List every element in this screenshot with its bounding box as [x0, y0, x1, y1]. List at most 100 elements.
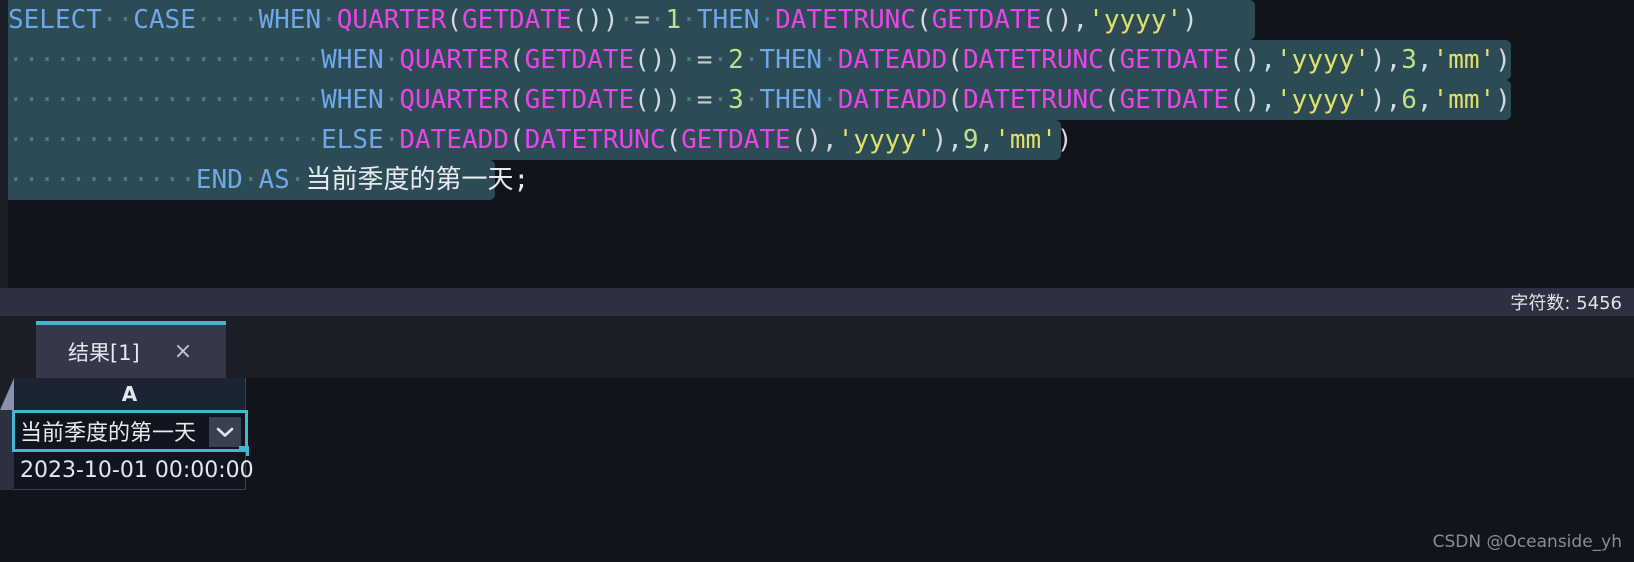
code-token: AS: [258, 165, 290, 195]
code-token: 'yyyy': [1088, 5, 1183, 35]
code-token: WHEN: [321, 85, 384, 115]
code-token: QUARTER: [399, 45, 509, 75]
code-token: (: [508, 85, 525, 115]
code-token: 'mm': [1432, 85, 1496, 115]
code-token: (): [790, 125, 823, 155]
code-token: ): [1495, 45, 1511, 75]
code-token: DATEADD: [837, 85, 948, 115]
code-token: ): [1056, 125, 1073, 155]
code-token: THEN: [759, 85, 823, 115]
code-token: ····················: [8, 125, 322, 155]
code-token: (: [1103, 45, 1120, 75]
code-token: ELSE: [321, 125, 384, 155]
grid-cell-editor-text: 当前季度的第一天: [20, 421, 197, 446]
code-token: ·: [743, 85, 760, 115]
code-token: 'yyyy': [1276, 85, 1370, 115]
code-token: ·: [383, 125, 400, 155]
code-line-3[interactable]: ····················WHEN·QUARTER(GETDATE…: [8, 80, 1511, 120]
code-token: ·: [743, 45, 760, 75]
code-line-5[interactable]: ············END·AS·当前季度的第一天;: [8, 160, 529, 200]
code-token: GETDATE: [1119, 45, 1230, 75]
code-token: CASE: [133, 5, 196, 35]
code-token: ): [665, 85, 682, 115]
code-token: (: [947, 85, 963, 115]
code-token: (): [1229, 85, 1261, 115]
code-token: ····················: [8, 85, 322, 115]
code-token: ·: [759, 5, 776, 35]
code-token: ,: [822, 125, 838, 155]
sql-code-editor[interactable]: SELECT··CASE····WHEN·QUARTER(GETDATE())·…: [0, 0, 1634, 288]
code-token: (: [508, 45, 525, 75]
code-token: ·: [681, 45, 697, 75]
code-token: WHEN: [258, 5, 322, 35]
code-token: DATEADD: [837, 45, 948, 75]
code-token: QUARTER: [399, 85, 509, 115]
code-token: (): [634, 45, 666, 75]
editor-status-bar: 字符数: 5456: [0, 288, 1634, 316]
tab-result-1[interactable]: 结果[1] ×: [36, 321, 226, 378]
code-token: (): [571, 5, 603, 35]
code-token: ·: [822, 85, 838, 115]
editor-left-gutter: [0, 0, 8, 288]
code-token: (: [665, 125, 682, 155]
code-token: 'mm': [1432, 45, 1496, 75]
code-token: END: [195, 165, 243, 195]
code-token: ··: [101, 5, 134, 35]
grid-select-all-corner[interactable]: [0, 378, 14, 410]
character-count-label: 字符数: 5456: [1510, 293, 1622, 314]
code-token: WHEN: [321, 45, 384, 75]
close-icon[interactable]: ×: [174, 340, 192, 363]
grid-cell-row1-col-a[interactable]: 2023-10-01 00:00:00: [14, 452, 254, 490]
code-token: DATETRUNC: [962, 85, 1104, 115]
corner-triangle-icon: [0, 378, 14, 410]
code-token: 3: [728, 85, 744, 115]
code-token: ·: [383, 85, 400, 115]
code-token: 2: [728, 45, 744, 75]
chevron-down-icon[interactable]: [209, 417, 241, 447]
code-token: THEN: [759, 45, 823, 75]
code-token: ····················: [8, 45, 322, 75]
row-header-2[interactable]: [0, 452, 14, 490]
code-token: =: [634, 5, 650, 35]
code-token: 6: [1401, 85, 1417, 115]
code-token: ·: [649, 5, 666, 35]
code-token: DATETRUNC: [524, 125, 666, 155]
code-token: GETDATE: [681, 125, 791, 155]
code-token: GETDATE: [1119, 85, 1230, 115]
code-token: ): [1495, 85, 1511, 115]
grid-cell-row1-col-a-text: 2023-10-01 00:00:00: [20, 458, 254, 483]
code-token: GETDATE: [462, 5, 572, 35]
code-token: ,: [1385, 45, 1402, 75]
code-token: 1: [665, 5, 682, 35]
code-token: (): [634, 85, 666, 115]
code-line-2[interactable]: ····················WHEN·QUARTER(GETDATE…: [8, 40, 1511, 80]
code-token: DATETRUNC: [962, 45, 1104, 75]
code-token: ············: [8, 165, 196, 195]
code-token: 'yyyy': [837, 125, 932, 155]
code-token: 当前季度的第一天;: [305, 165, 530, 195]
code-token: ): [1369, 85, 1386, 115]
code-token: 'mm': [994, 125, 1057, 155]
code-token: ·: [242, 165, 259, 195]
code-line-1[interactable]: SELECT··CASE····WHEN·QUARTER(GETDATE())·…: [8, 0, 1255, 40]
code-line-4[interactable]: ····················ELSE·DATEADD(DATETRU…: [8, 120, 1073, 160]
code-token: ·: [681, 5, 697, 35]
code-token: GETDATE: [931, 5, 1042, 35]
code-token: ,: [1260, 45, 1277, 75]
code-token: ·: [712, 45, 729, 75]
code-token: ····: [195, 5, 259, 35]
tab-result-1-label: 结果[1]: [68, 340, 140, 365]
code-token: (: [947, 45, 963, 75]
column-header-a[interactable]: A: [14, 378, 246, 410]
code-token: ): [1182, 5, 1198, 35]
code-token: QUARTER: [336, 5, 447, 35]
code-token: ·: [321, 5, 337, 35]
code-token: ,: [978, 125, 995, 155]
code-token: (): [1041, 5, 1073, 35]
code-token: ·: [618, 5, 635, 35]
results-tab-strip[interactable]: 结果[1] ×: [0, 316, 1634, 378]
code-token: ): [665, 45, 682, 75]
grid-cell-editor[interactable]: 当前季度的第一天: [12, 410, 248, 452]
watermark-text: CSDN @Oceanside_yh: [1432, 532, 1622, 552]
code-token: (: [916, 5, 932, 35]
